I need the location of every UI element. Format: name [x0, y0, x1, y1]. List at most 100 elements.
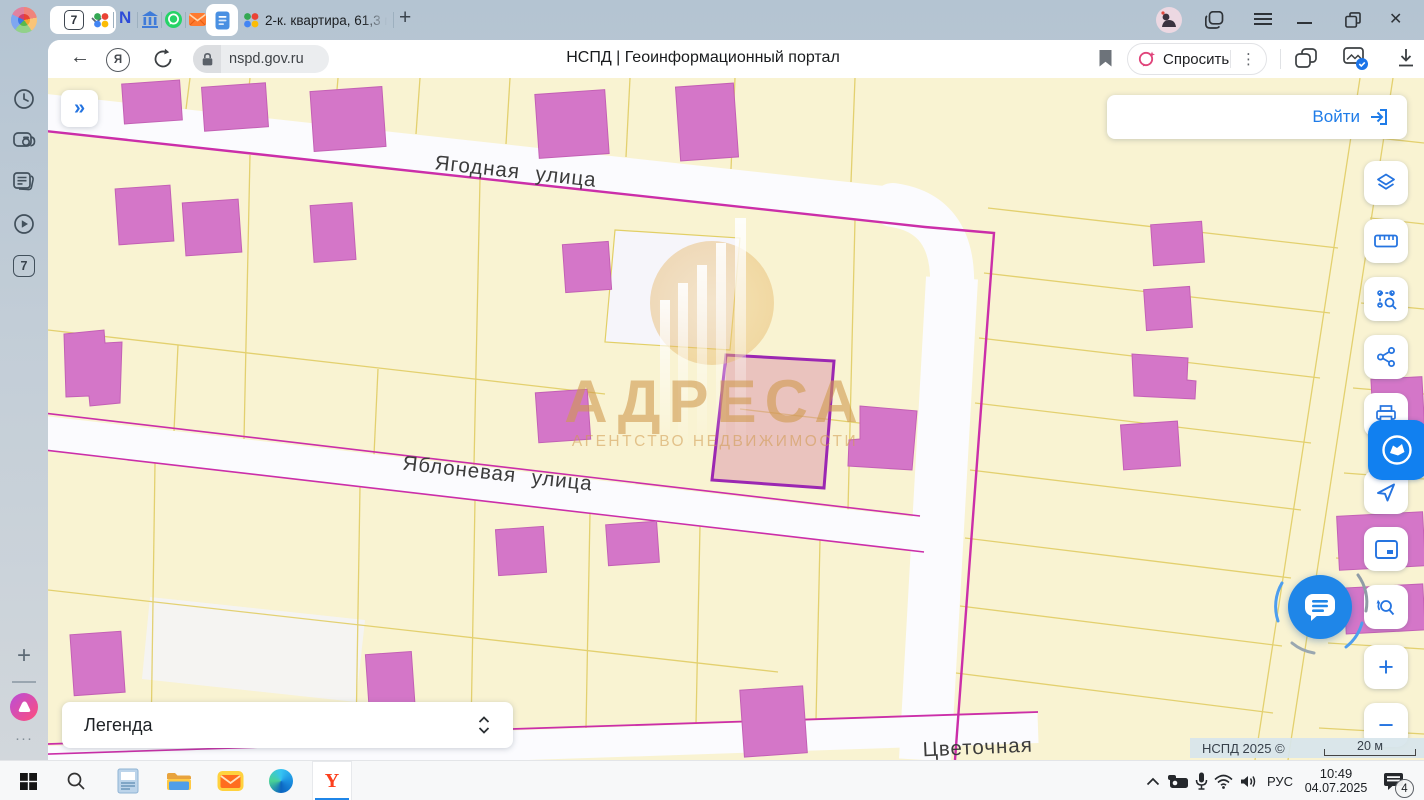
video-icon[interactable] [13, 213, 35, 235]
pinned-tab-whatsapp-icon[interactable] [165, 11, 182, 28]
divider [185, 12, 186, 28]
divider [113, 12, 114, 28]
browser-window: ← Я nspd.gov.ru НСПД | Геоинформационный… [48, 40, 1424, 760]
sidebar-add-button[interactable]: + [12, 645, 36, 669]
sidebar-more-button[interactable]: ··· [8, 730, 40, 747]
browser-sidebar: 7 + ··· [0, 40, 48, 760]
area-search-button[interactable] [1364, 277, 1408, 321]
file-explorer-icon[interactable] [161, 761, 197, 800]
clock[interactable]: 10:49 04.07.2025 [1300, 761, 1372, 800]
screenshot-check-icon[interactable] [1343, 47, 1369, 71]
tab-count-badge: 7 [64, 10, 84, 30]
login-label[interactable]: Войти [1312, 107, 1360, 127]
edge-browser-icon[interactable] [263, 761, 299, 800]
building [182, 199, 242, 256]
taskbar-app-icon[interactable] [110, 761, 146, 800]
lock-icon [193, 45, 221, 73]
yandex-browser-taskbar-icon[interactable]: Y [312, 761, 352, 800]
ask-sparkle-icon [1138, 50, 1156, 68]
start-button[interactable] [12, 761, 44, 800]
street-label: Цветочная [922, 734, 1033, 760]
ask-more-button[interactable]: ⋮ [1230, 50, 1256, 68]
layers-button[interactable] [1364, 161, 1408, 205]
browser-toolbar: ← Я nspd.gov.ru НСПД | Геоинформационный… [48, 40, 1424, 79]
browser-tab[interactable]: 2-к. квартира, 61,3 м², 4/1 [243, 4, 391, 36]
legend-title: Легенда [84, 715, 152, 736]
tab-favicon-services-icon [243, 12, 259, 28]
navigation-arrow-icon [1375, 481, 1397, 503]
news-feed-icon[interactable] [13, 171, 35, 193]
tray-date: 04.07.2025 [1305, 781, 1368, 795]
tray-device-icon[interactable] [1164, 761, 1192, 800]
address-bar[interactable]: nspd.gov.ru [193, 45, 329, 73]
share-button[interactable] [1364, 335, 1408, 379]
language-indicator[interactable]: РУС [1262, 761, 1298, 800]
taskbar: Y РУС 10:49 04.07.2025 4 [0, 760, 1424, 800]
yandex-search-button[interactable]: Я [106, 48, 130, 72]
pinned-tab-mail-icon[interactable] [189, 12, 206, 27]
active-pinned-tab[interactable] [206, 4, 238, 36]
pinned-tab-n-icon[interactable]: N [119, 8, 135, 30]
restore-button[interactable] [1345, 12, 1361, 28]
tray-volume-icon[interactable] [1236, 761, 1262, 800]
collapse-expand-icon[interactable] [477, 715, 491, 735]
tabs-overview-icon[interactable] [1205, 11, 1224, 29]
building [1121, 421, 1181, 470]
scale-bar: 20 м [1322, 739, 1418, 757]
alice-assistant-icon[interactable] [10, 693, 38, 721]
map-canvas[interactable]: АДРЕСА АГЕНТСТВО НЕДВИЖИМОСТИ Ягодная ул… [48, 78, 1424, 760]
divider [12, 681, 36, 683]
menu-icon[interactable] [1254, 13, 1272, 26]
divider [1280, 49, 1281, 69]
map-attribution: НСПД 2025 © 20 м [1190, 738, 1424, 758]
reload-button[interactable] [152, 48, 174, 70]
profile-avatar[interactable] [1156, 7, 1182, 33]
history-icon[interactable] [13, 88, 35, 110]
feedback-map-button[interactable] [1368, 420, 1424, 480]
building [675, 83, 738, 161]
download-icon[interactable] [1396, 48, 1416, 69]
measure-button[interactable] [1364, 219, 1408, 263]
page-title: НСПД | Геоинформационный портал [408, 49, 998, 67]
ruler-icon [1374, 234, 1398, 248]
minimize-button[interactable] [1297, 22, 1312, 24]
mail-app-icon[interactable] [212, 761, 248, 800]
building [310, 87, 386, 152]
taskbar-search-icon[interactable] [60, 761, 92, 800]
expand-panel-button[interactable]: » [61, 90, 98, 127]
tab-count-square[interactable]: 7 [13, 255, 35, 277]
building [535, 90, 609, 159]
pinned-tab-services-icon[interactable] [93, 12, 109, 28]
close-button[interactable]: ✕ [1389, 9, 1402, 29]
building [740, 686, 808, 757]
attribution-text: НСПД 2025 © [1202, 741, 1285, 756]
building [122, 80, 183, 124]
plus-icon: + [1378, 654, 1394, 681]
tray-expand-icon[interactable] [1140, 761, 1166, 800]
share-icon [1375, 346, 1397, 368]
browser-logo-icon[interactable] [11, 7, 37, 33]
notification-center-button[interactable]: 4 [1374, 761, 1414, 800]
area-search-icon [1375, 288, 1398, 311]
minus-icon: − [1378, 712, 1394, 739]
document-icon [215, 11, 230, 30]
desktop: 7 N 2-к. квартира, 61,3 м², 4/1 [0, 0, 1424, 800]
bookmark-icon[interactable] [1098, 49, 1113, 68]
screenshot-tool-icon[interactable] [13, 129, 35, 151]
watermark-title: АДРЕСА [564, 368, 866, 435]
tray-time: 10:49 [1320, 767, 1353, 781]
ask-ai-button[interactable]: Спросить ⋮ [1127, 43, 1267, 75]
watermark-subtitle: АГЕНТСТВО НЕДВИЖИМОСТИ [572, 433, 858, 450]
building [310, 203, 356, 263]
building [1144, 286, 1193, 330]
chat-assistant-button[interactable] [1288, 575, 1352, 639]
tray-microphone-icon[interactable] [1190, 761, 1212, 800]
legend-panel[interactable]: Легенда [62, 702, 513, 748]
collections-icon[interactable] [1295, 48, 1317, 69]
tray-wifi-icon[interactable] [1210, 761, 1236, 800]
pinned-tab-bank-icon[interactable] [142, 11, 158, 28]
login-panel[interactable]: Войти [1107, 95, 1407, 139]
back-button[interactable]: ← [70, 46, 90, 69]
tab-title: 2-к. квартира, 61,3 м², 4/1 [265, 13, 387, 28]
new-tab-button[interactable]: + [399, 6, 411, 30]
